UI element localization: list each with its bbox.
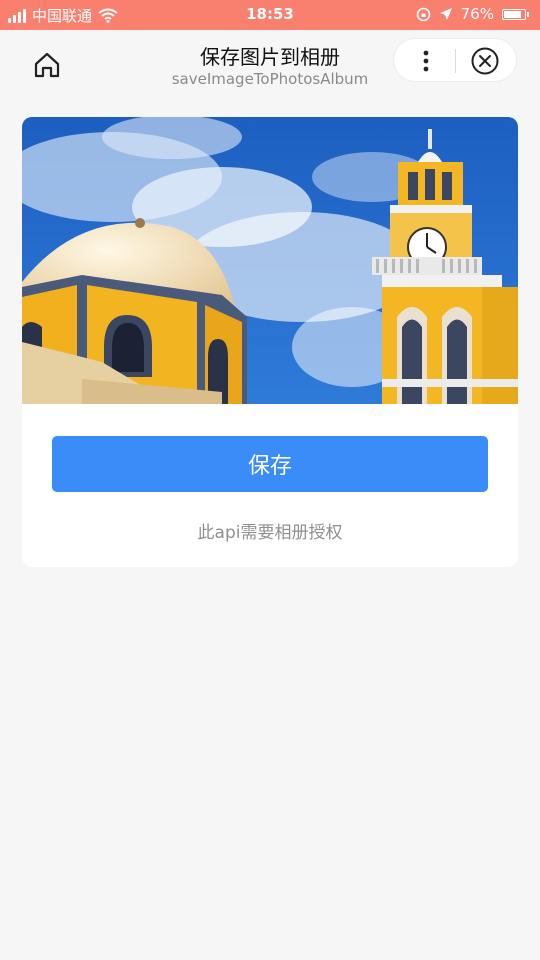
church-photo (22, 117, 518, 404)
battery-icon (502, 8, 529, 20)
orientation-lock-icon (416, 7, 430, 21)
battery-fill (504, 10, 521, 18)
navigation-bar: 保存图片到相册 saveImageToPhotosAlbum (0, 30, 540, 96)
close-icon[interactable] (470, 46, 500, 76)
save-button[interactable]: 保存 (52, 436, 488, 492)
capsule-divider (455, 49, 456, 73)
location-icon (439, 8, 452, 20)
content-card: 保存 此api需要相册授权 (22, 117, 518, 567)
status-bar: 中国联通 18:53 76% (0, 0, 540, 30)
battery-percent: 76% (460, 5, 494, 23)
more-icon[interactable] (412, 47, 440, 75)
menu-capsule (393, 38, 517, 82)
permission-hint: 此api需要相册授权 (197, 523, 343, 543)
status-right: 76% (416, 5, 529, 23)
